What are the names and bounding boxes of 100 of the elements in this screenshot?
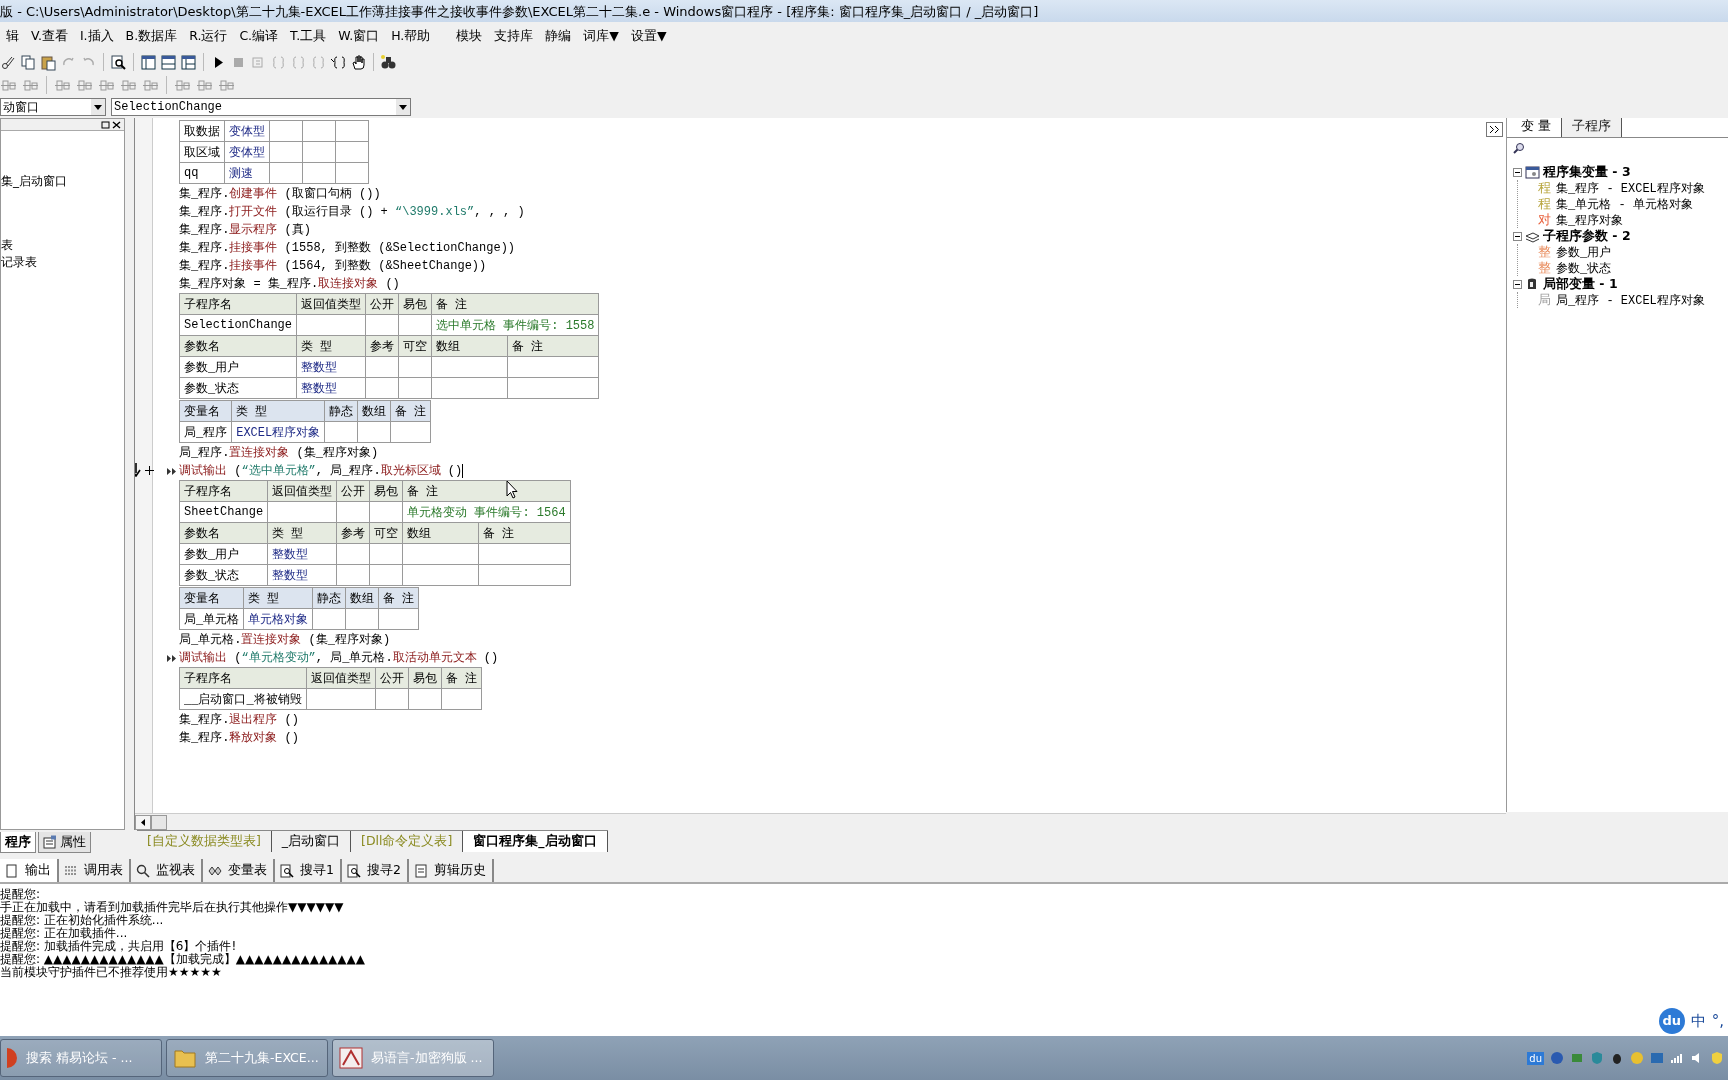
column-header: 变量名: [179, 587, 244, 609]
tree-item[interactable]: 局_程序 - EXCEL程序对象: [1556, 291, 1705, 309]
code-line: 集_程序.释放对象 (): [179, 731, 299, 745]
shield-icon[interactable]: [1710, 1051, 1724, 1065]
panel-tab[interactable]: 属性: [38, 832, 91, 853]
column-header: 静态: [312, 587, 346, 609]
menu-item[interactable]: 设置▼: [624, 24, 673, 48]
editor-tab[interactable]: 窗口程序集_启动窗口: [463, 831, 608, 852]
table-cell: 整数型: [267, 564, 337, 586]
code-line: 集_程序.挂接事件 (1564, 到整数 (&SheetChange)): [179, 259, 487, 273]
clipboard-icon: [413, 863, 428, 878]
table-cell: 变体型: [224, 141, 270, 163]
layout-icon[interactable]: [160, 53, 177, 71]
column-header: 公开: [336, 480, 370, 502]
output-tab[interactable]: 剪辑历史: [408, 859, 494, 882]
output-tab[interactable]: 监视表: [131, 859, 203, 882]
output-tab[interactable]: 调用表: [59, 859, 131, 882]
column-header: 类 型: [243, 587, 313, 609]
collapse-icon[interactable]: [1513, 279, 1522, 289]
table-cell: 选中单元格 事件编号: 1558: [431, 314, 599, 336]
tree-group-label[interactable]: 子程序参数 - 2: [1543, 227, 1631, 245]
menu-item[interactable]: I.插入: [73, 24, 120, 48]
layout-icon[interactable]: [180, 53, 197, 71]
table-cell: SelectionChange: [179, 314, 297, 336]
search-icon[interactable]: [1513, 142, 1525, 154]
output-tab[interactable]: 变量表: [203, 859, 275, 882]
menu-item[interactable]: V.查看: [25, 24, 74, 48]
menu-item[interactable]: 词库▼: [577, 24, 625, 48]
signal-icon[interactable]: [1670, 1051, 1684, 1065]
pin-icon[interactable]: [101, 120, 110, 129]
dropdown-arrow-icon: [399, 104, 407, 110]
column-header: 返回值类型: [267, 480, 337, 502]
menu-item[interactable]: 支持库: [488, 24, 540, 48]
menu-item[interactable]: 模块: [450, 24, 489, 48]
output-line: 提醒您: 加载插件完成，共启用【6】个插件!: [0, 940, 237, 953]
braces-icon[interactable]: [330, 53, 347, 71]
tree-item[interactable]: 记录表: [1, 254, 124, 271]
output-tab[interactable]: 搜寻1: [275, 859, 342, 882]
panel-tab[interactable]: 子程序: [1562, 118, 1623, 137]
menu-item[interactable]: B.数据库: [119, 24, 184, 48]
close-icon[interactable]: [112, 120, 121, 129]
type-label: 局: [1538, 292, 1551, 309]
table-cell: qq: [179, 162, 225, 184]
layout-icon[interactable]: [140, 53, 157, 71]
column-header: 数组: [357, 400, 391, 422]
dropdown[interactable]: 动窗口: [0, 98, 106, 116]
editor-tab[interactable]: _启动窗口: [271, 831, 351, 852]
output-tab[interactable]: 搜寻2: [341, 859, 409, 882]
output-line: 提醒您:: [0, 888, 41, 901]
code-line: 集_程序.退出程序 (): [179, 713, 299, 727]
code-line: 集_程序.创建事件 (取窗口句柄 ()): [179, 187, 381, 201]
type-label: 整: [1538, 260, 1551, 277]
table-cell: 变体型: [224, 120, 270, 142]
hand-icon[interactable]: [350, 53, 367, 71]
collapse-icon[interactable]: [1513, 167, 1522, 177]
column-header: 备 注: [402, 480, 571, 502]
menu-item[interactable]: T.工具: [284, 24, 333, 48]
table-cell: 取数据: [179, 120, 225, 142]
type-label: 程: [1538, 180, 1551, 197]
tree-group-label[interactable]: 程序集变量 - 3: [1543, 163, 1631, 181]
tree-item[interactable]: 集_程序 - EXCEL程序对象: [1556, 179, 1705, 197]
binoculars-icon[interactable]: [380, 53, 397, 71]
code-line: 调试输出 (“单元格变动”, 局_单元格.取活动单元文本 (): [179, 651, 499, 665]
menu-item[interactable]: 辑: [0, 24, 25, 48]
column-header: 易包: [408, 667, 442, 689]
menu-item[interactable]: 静编: [539, 24, 578, 48]
code-line: 集_程序.挂接事件 (1558, 到整数 (&SelectionChange)): [179, 241, 516, 255]
ime-logo[interactable]: du: [1658, 1008, 1685, 1034]
tree-group-label[interactable]: 局部变量 - 1: [1543, 275, 1618, 293]
find-icon[interactable]: [110, 53, 127, 71]
table-cell: 局_程序: [179, 421, 232, 443]
menu-item[interactable]: W.窗口: [332, 24, 386, 48]
scroll-thumb[interactable]: [151, 814, 167, 830]
tree-item[interactable]: 表: [1, 237, 124, 254]
tree-item[interactable]: 参数_状态: [1556, 259, 1612, 277]
tree-item[interactable]: 集_单元格 - 单元格对象: [1556, 195, 1693, 213]
menu-item[interactable]: R.运行: [183, 24, 234, 48]
panel-tab[interactable]: 程序: [0, 832, 36, 853]
tree-item[interactable]: 集_启动窗口: [1, 173, 124, 190]
output-tab[interactable]: 输出: [0, 859, 59, 882]
ime-punctuation[interactable]: °,: [1711, 1012, 1724, 1030]
paste-icon[interactable]: [40, 53, 57, 71]
menu-item[interactable]: H.帮助: [385, 24, 437, 48]
column-header: 备 注: [441, 667, 482, 689]
column-header: 返回值类型: [306, 667, 376, 689]
column-header: 公开: [365, 293, 399, 315]
menu-item[interactable]: C.编译: [233, 24, 285, 48]
scroll-left-icon[interactable]: [135, 814, 151, 830]
copy-icon[interactable]: [20, 53, 37, 71]
tree-item[interactable]: 集_程序对象: [1556, 211, 1624, 229]
tree-item[interactable]: 参数_用户: [1556, 243, 1612, 261]
column-header: 公开: [375, 667, 409, 689]
shield-icon[interactable]: [1590, 1051, 1604, 1065]
tray-logo[interactable]: du: [1527, 1051, 1544, 1065]
table-cell: 整数型: [296, 356, 366, 378]
collapse-icon[interactable]: [1513, 231, 1522, 241]
expand-panel-icon[interactable]: [1486, 122, 1503, 137]
dots-grid-icon: [64, 863, 78, 878]
ime-language[interactable]: 中: [1690, 1011, 1706, 1031]
dropdown[interactable]: SelectionChange: [111, 98, 411, 116]
